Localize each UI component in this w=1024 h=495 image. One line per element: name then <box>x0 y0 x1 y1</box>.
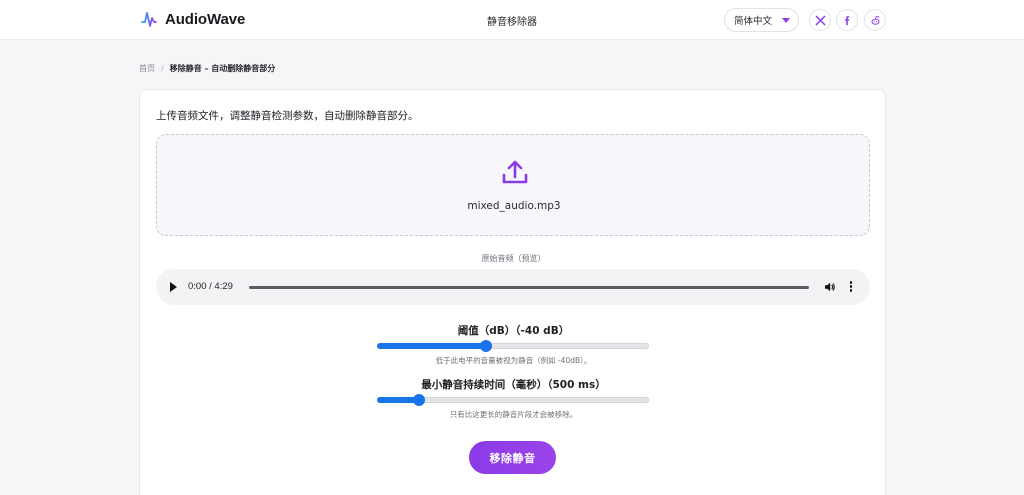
min-duration-slider-fill <box>377 397 418 403</box>
min-duration-hint: 只有比这更长的静音片段才会被移除。 <box>449 410 578 419</box>
waveform-logo-icon <box>141 12 157 27</box>
x-icon <box>815 15 825 25</box>
min-duration-slider-thumb[interactable] <box>412 394 425 406</box>
brand-name: AudioWave <box>165 10 246 28</box>
preview-label: 原始音频（预览） <box>481 254 546 263</box>
facebook-icon <box>844 15 849 25</box>
intro-text: 上传音频文件，调整静音检测参数，自动删除静音部分。 <box>156 110 419 122</box>
silence-remover-card: 上传音频文件，调整静音检测参数，自动删除静音部分。 mixed_audio.mp… <box>139 89 886 495</box>
remove-silence-button[interactable]: 移除静音 <box>469 441 556 474</box>
language-select[interactable]: 简体中文 <box>724 8 799 32</box>
threshold-hint: 低于此电平的音量被视为静音（例如 -40dB）。 <box>435 356 592 365</box>
audio-progress-track[interactable] <box>249 286 809 289</box>
reddit-social-button[interactable] <box>864 9 886 31</box>
breadcrumb: 首页 / 移除静音 – 自动删除静音部分 <box>139 63 275 74</box>
audio-time: 0:00 / 4:29 <box>188 281 233 292</box>
breadcrumb-separator: / <box>161 64 164 73</box>
more-options-icon[interactable] <box>849 281 853 293</box>
language-select-value: 简体中文 <box>734 16 773 27</box>
chevron-down-icon <box>782 18 790 23</box>
min-duration-label: 最小静音持续时间（毫秒）（500 ms） <box>421 379 606 391</box>
top-header: AudioWave 静音移除器 简体中文 <box>0 0 1024 40</box>
audio-player: 0:00 / 4:29 <box>156 269 870 305</box>
play-icon[interactable] <box>170 282 177 292</box>
min-duration-slider[interactable] <box>377 394 649 406</box>
threshold-slider-thumb[interactable] <box>480 340 492 352</box>
threshold-label: 阈值（dB）（-40 dB） <box>457 325 570 337</box>
volume-icon[interactable] <box>824 281 836 293</box>
upload-icon <box>502 160 528 184</box>
uploaded-file-name: mixed_audio.mp3 <box>467 200 561 212</box>
breadcrumb-current: 移除静音 – 自动删除静音部分 <box>169 64 276 73</box>
threshold-slider-fill <box>377 343 485 349</box>
breadcrumb-home-link[interactable]: 首页 <box>139 63 155 74</box>
file-dropzone[interactable]: mixed_audio.mp3 <box>156 134 870 236</box>
threshold-slider[interactable] <box>377 340 649 352</box>
facebook-social-button[interactable] <box>836 9 858 31</box>
reddit-icon <box>871 15 879 25</box>
brand-logo[interactable]: AudioWave <box>141 9 245 29</box>
x-social-button[interactable] <box>809 9 831 31</box>
